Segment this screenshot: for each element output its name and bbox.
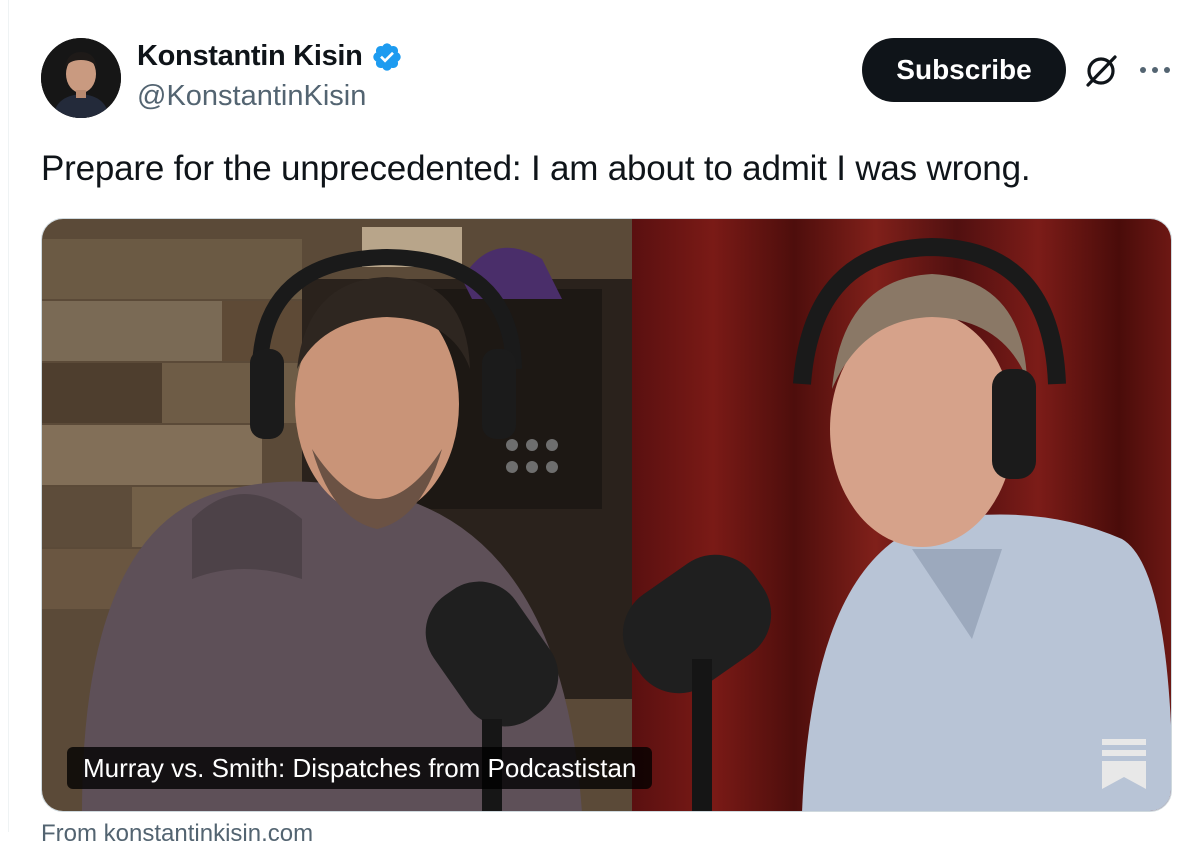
author-avatar[interactable] <box>41 38 121 118</box>
grok-icon[interactable] <box>1082 52 1120 90</box>
tweet-text: Prepare for the unprecedented: I am abou… <box>41 149 1031 188</box>
substack-icon <box>1102 739 1146 789</box>
author-handle[interactable]: @KonstantinKisin <box>137 80 366 113</box>
link-card-image[interactable]: Murray vs. Smith: Dispatches from Podcas… <box>41 218 1172 812</box>
more-options-icon[interactable] <box>1138 58 1172 82</box>
timeline-divider <box>8 0 9 832</box>
author-name[interactable]: Konstantin Kisin <box>137 40 363 73</box>
card-source-link[interactable]: From konstantinkisin.com <box>41 820 313 848</box>
card-caption: Murray vs. Smith: Dispatches from Podcas… <box>67 747 653 789</box>
verified-badge-icon <box>372 42 401 71</box>
podcast-still-image <box>42 219 1171 811</box>
subscribe-button[interactable]: Subscribe <box>862 38 1066 102</box>
